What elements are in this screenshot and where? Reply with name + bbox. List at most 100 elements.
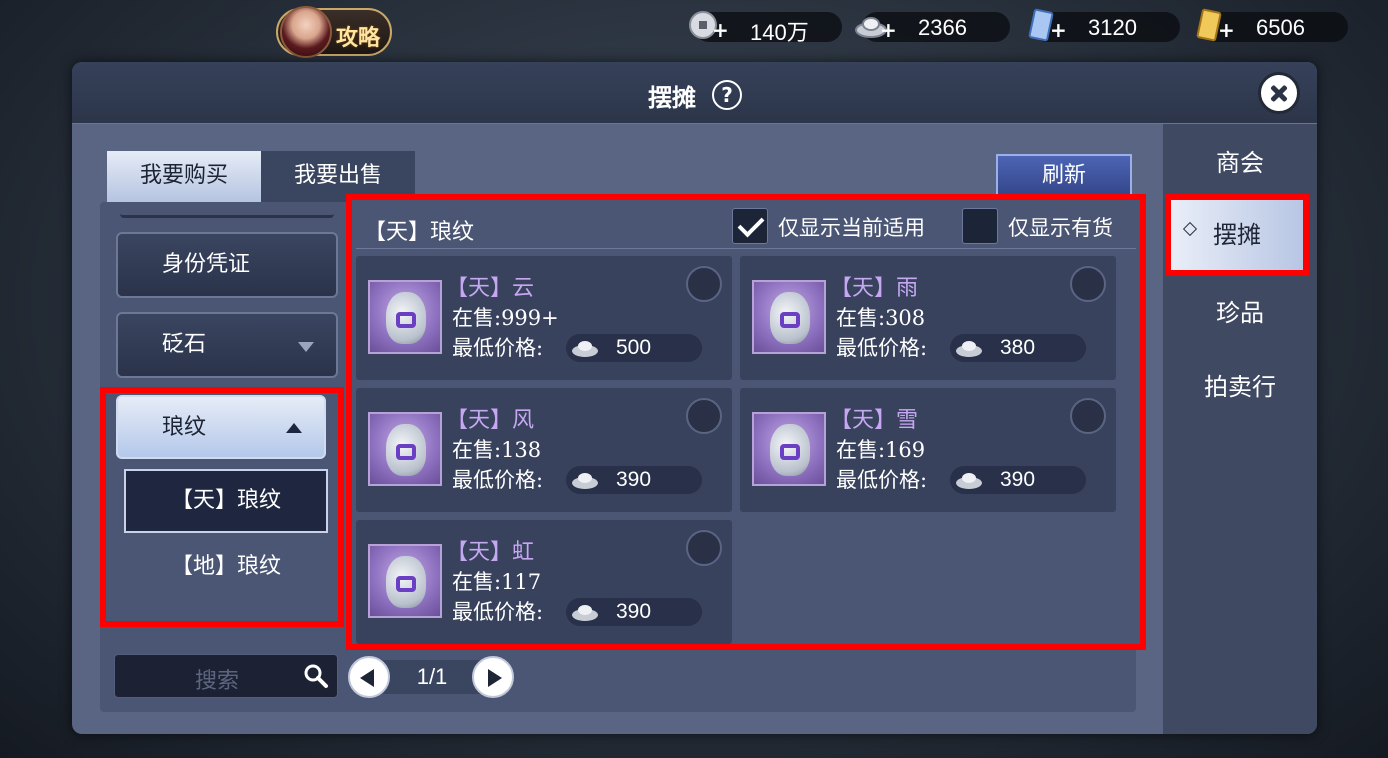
item-stock: 在售:308 <box>836 306 926 330</box>
category-group-pattern: 琅纹 【天】琅纹 【地】琅纹 <box>100 387 344 627</box>
side-nav-stall[interactable]: 摆摊 <box>1165 194 1309 276</box>
item-price: 380 <box>1000 336 1036 359</box>
checkbox-checked[interactable] <box>732 208 768 244</box>
grid-title: 【天】琅纹 <box>364 220 475 245</box>
item-price: 390 <box>616 468 652 491</box>
filter-applicable[interactable]: 仅显示当前适用 <box>732 208 952 244</box>
currency-value: 3120 <box>1088 15 1137 40</box>
prev-page-button[interactable] <box>348 656 390 698</box>
item-name: 【天】雪 <box>830 408 919 433</box>
side-nav: 商会 摆摊 珍品 拍卖行 <box>1163 124 1317 734</box>
next-page-button[interactable] <box>472 656 514 698</box>
search-placeholder: 搜索 <box>195 669 240 694</box>
tab-buy[interactable]: 我要购买 <box>107 151 261 203</box>
item-name: 【天】虹 <box>446 540 535 565</box>
search-input[interactable]: 搜索 <box>114 654 338 698</box>
item-price: 500 <box>616 336 652 359</box>
subcategory-heaven[interactable]: 【天】琅纹 <box>124 469 328 533</box>
currency-value: 140万 <box>750 20 809 45</box>
silver-ingot-icon <box>572 473 598 489</box>
panel-title: 摆摊 <box>648 83 696 112</box>
item-card[interactable]: 【天】虹 在售:117 最低价格: 390 <box>356 520 732 644</box>
currency-blue-ticket[interactable]: + 3120 <box>1028 8 1180 42</box>
chevron-down-icon <box>298 342 314 352</box>
currency-silver[interactable]: + 2366 <box>855 12 1010 42</box>
category-identity[interactable]: 身份凭证 <box>116 232 338 298</box>
add-icon: + <box>712 18 729 42</box>
side-nav-stall-label: 摆摊 <box>1213 221 1261 249</box>
item-name: 【天】雨 <box>830 276 919 301</box>
select-radio[interactable] <box>686 398 722 434</box>
category-list-edge <box>120 210 334 218</box>
pattern-bag-icon <box>368 412 442 486</box>
refresh-button[interactable]: 刷新 <box>996 154 1132 198</box>
guide-avatar <box>280 6 332 58</box>
currency-gold-ticket[interactable]: + 6506 <box>1196 8 1348 42</box>
subcategory-earth[interactable]: 【地】琅纹 <box>124 537 328 601</box>
guide-label: 攻略 <box>336 25 381 51</box>
item-stock: 在售:169 <box>836 438 926 462</box>
price-pill: 390 <box>950 466 1086 494</box>
category-label: 砭石 <box>162 332 207 357</box>
select-radio[interactable] <box>686 266 722 302</box>
checkbox-unchecked[interactable] <box>962 208 998 244</box>
item-card[interactable]: 【天】雨 在售:308 最低价格: 380 <box>740 256 1116 380</box>
add-icon: + <box>1218 18 1235 42</box>
price-pill: 500 <box>566 334 702 362</box>
item-card[interactable]: 【天】风 在售:138 最低价格: 390 <box>356 388 732 512</box>
currency-copper[interactable]: + 140万 <box>689 11 842 45</box>
item-stock: 在售:999+ <box>452 306 559 330</box>
side-nav-auction[interactable]: 拍卖行 <box>1163 352 1317 422</box>
filter-in-stock-label: 仅显示有货 <box>1008 216 1113 240</box>
pattern-bag-icon <box>368 544 442 618</box>
select-radio[interactable] <box>1070 398 1106 434</box>
category-pattern[interactable]: 琅纹 <box>116 395 326 459</box>
item-price-label: 最低价格: <box>452 468 544 492</box>
pattern-bag-icon <box>752 412 826 486</box>
item-price: 390 <box>1000 468 1036 491</box>
currency-value: 6506 <box>1256 15 1305 40</box>
item-card[interactable]: 【天】云 在售:999+ 最低价格: 500 <box>356 256 732 380</box>
side-nav-chamber[interactable]: 商会 <box>1163 128 1317 198</box>
panel-header: 摆摊 ? <box>72 62 1317 124</box>
guide-button[interactable]: 攻略 <box>276 6 392 58</box>
item-stock: 在售:117 <box>452 570 542 594</box>
page-indicator: 1/1 <box>382 660 482 694</box>
item-stock: 在售:138 <box>452 438 542 462</box>
add-icon: + <box>1050 18 1067 42</box>
item-price-label: 最低价格: <box>452 336 544 360</box>
item-name: 【天】风 <box>446 408 535 433</box>
chevron-up-icon <box>286 423 302 433</box>
silver-ingot-icon <box>956 341 982 357</box>
item-price-label: 最低价格: <box>836 336 928 360</box>
item-name: 【天】云 <box>446 276 535 301</box>
add-icon: + <box>880 18 897 42</box>
stall-panel: 摆摊 ? 商会 摆摊 珍品 拍卖行 我要购买 我要出售 刷新 身份凭证 砭石 琅… <box>72 62 1317 734</box>
item-price-label: 最低价格: <box>452 600 544 624</box>
help-icon[interactable]: ? <box>712 80 742 110</box>
item-card[interactable]: 【天】雪 在售:169 最低价格: 390 <box>740 388 1116 512</box>
pattern-bag-icon <box>752 280 826 354</box>
category-stone[interactable]: 砭石 <box>116 312 338 378</box>
close-button[interactable] <box>1258 72 1300 114</box>
item-grid: 【天】琅纹 仅显示当前适用 仅显示有货 【天】云 在售:999+ 最低价格: 5… <box>346 194 1146 650</box>
currency-value: 2366 <box>918 15 967 40</box>
search-icon[interactable] <box>303 663 329 689</box>
item-price-label: 最低价格: <box>836 468 928 492</box>
filter-applicable-label: 仅显示当前适用 <box>778 216 925 240</box>
filter-in-stock[interactable]: 仅显示有货 <box>962 208 1132 244</box>
category-label: 身份凭证 <box>162 252 251 277</box>
diamond-icon <box>1182 221 1198 237</box>
silver-ingot-icon <box>956 473 982 489</box>
side-nav-treasure[interactable]: 珍品 <box>1163 278 1317 348</box>
category-label: 琅纹 <box>162 415 207 440</box>
select-radio[interactable] <box>1070 266 1106 302</box>
select-radio[interactable] <box>686 530 722 566</box>
divider <box>356 248 1136 249</box>
pattern-bag-icon <box>368 280 442 354</box>
item-price: 390 <box>616 600 652 623</box>
silver-ingot-icon <box>572 605 598 621</box>
price-pill: 390 <box>566 466 702 494</box>
price-pill: 390 <box>566 598 702 626</box>
silver-ingot-icon <box>572 341 598 357</box>
